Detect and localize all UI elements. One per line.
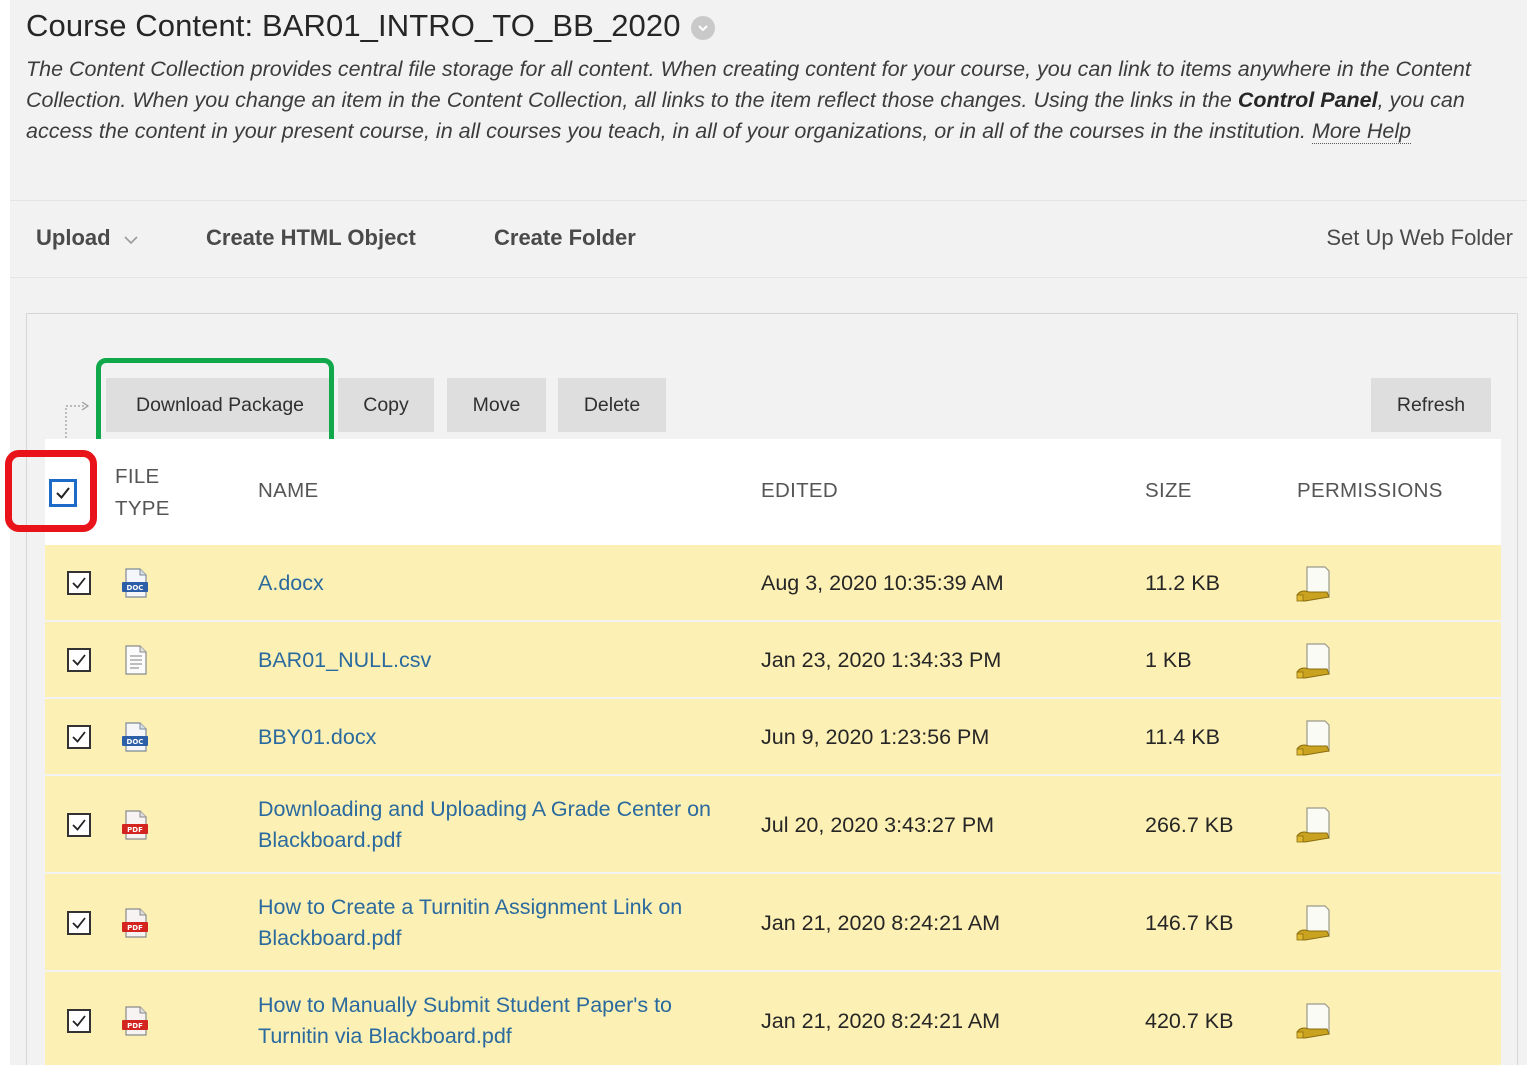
content-collection-panel: Download Package Copy Move Delete Refres… — [26, 313, 1518, 1065]
table-row: PDF Downloading and Uploading A Grade Cen… — [45, 776, 1501, 874]
file-name-link[interactable]: Downloading and Uploading A Grade Center… — [258, 794, 738, 856]
checkmark-icon — [72, 819, 86, 831]
delete-button[interactable]: Delete — [558, 378, 666, 432]
row-checkbox[interactable] — [67, 571, 91, 595]
edited-date: Jan 21, 2020 8:24:21 AM — [761, 1009, 1001, 1033]
pdf-file-icon: PDF — [119, 907, 151, 939]
row-checkbox[interactable] — [67, 1009, 91, 1033]
row-checkbox[interactable] — [67, 725, 91, 749]
chevron-down-icon — [123, 235, 138, 244]
course-content-page: Course Content: BAR01_INTRO_TO_BB_2020 T… — [10, 0, 1527, 1065]
page-description: The Content Collection provides central … — [26, 54, 1521, 147]
checkmark-icon — [72, 1015, 86, 1027]
row-checkbox[interactable] — [67, 911, 91, 935]
file-name-link[interactable]: A.docx — [258, 568, 738, 599]
column-header-permissions: PERMISSIONS — [1297, 479, 1443, 502]
word-document-icon: DOC — [119, 567, 151, 599]
checkmark-icon — [72, 731, 86, 743]
edited-date: Jan 23, 2020 1:34:33 PM — [761, 648, 1002, 672]
permissions-icon[interactable] — [1295, 719, 1335, 759]
svg-text:PDF: PDF — [127, 1022, 143, 1030]
checkmark-icon — [72, 917, 86, 929]
create-folder-button[interactable]: Create Folder — [494, 225, 636, 251]
column-header-file-type-line1: FILE — [115, 465, 160, 488]
copy-button[interactable]: Copy — [338, 378, 434, 432]
table-row: PDF How to Create a Turnitin Assignment L… — [45, 874, 1501, 972]
column-header-file-type[interactable]: FILE TYPE — [115, 461, 195, 525]
column-header-edited[interactable]: EDITED — [761, 479, 838, 503]
file-size: 11.2 KB — [1145, 571, 1220, 595]
table-header: FILE TYPE NAME EDITED SIZE PERMISSIONS — [45, 439, 1501, 545]
upload-label: Upload — [36, 225, 111, 250]
column-header-file-type-line2: TYPE — [115, 497, 170, 520]
checkmark-icon — [72, 654, 86, 666]
edited-date: Aug 3, 2020 10:35:39 AM — [761, 571, 1004, 595]
file-size: 146.7 KB — [1145, 911, 1234, 935]
checkmark-icon — [56, 487, 70, 500]
edited-date: Jan 21, 2020 8:24:21 AM — [761, 911, 1001, 935]
edited-date: Jun 9, 2020 1:23:56 PM — [761, 725, 990, 749]
table-row: PDF How to Manually Submit Student Paper'… — [45, 972, 1501, 1065]
table-row: BAR01_NULL.csv Jan 23, 2020 1:34:33 PM 1 K… — [45, 622, 1501, 699]
svg-text:PDF: PDF — [127, 826, 143, 834]
file-name-link[interactable]: BAR01_NULL.csv — [258, 645, 738, 676]
word-document-icon: DOC — [119, 721, 151, 753]
permissions-icon[interactable] — [1295, 565, 1335, 605]
row-checkbox[interactable] — [67, 648, 91, 672]
permissions-icon[interactable] — [1295, 806, 1335, 846]
file-size: 420.7 KB — [1145, 1009, 1234, 1033]
download-package-button[interactable]: Download Package — [106, 378, 334, 432]
select-all-checkbox[interactable] — [49, 479, 77, 507]
checkmark-icon — [72, 577, 86, 589]
text-file-icon — [119, 644, 151, 676]
table-row: DOC A.docx Aug 3, 2020 10:35:39 AM 11.2 KB — [45, 545, 1501, 622]
permissions-icon[interactable] — [1295, 642, 1335, 682]
file-size: 11.4 KB — [1145, 725, 1220, 749]
svg-text:PDF: PDF — [127, 924, 143, 932]
upload-menu[interactable]: Upload — [36, 225, 139, 251]
move-button[interactable]: Move — [447, 378, 546, 432]
edited-date: Jul 20, 2020 3:43:27 PM — [761, 813, 995, 837]
create-html-object-button[interactable]: Create HTML Object — [206, 225, 416, 251]
file-name-link[interactable]: How to Manually Submit Student Paper's t… — [258, 990, 738, 1052]
action-bar: Upload Create HTML Object Create Folder … — [10, 200, 1527, 278]
file-size: 266.7 KB — [1145, 813, 1234, 837]
file-size: 1 KB — [1145, 648, 1192, 672]
title-row: Course Content: BAR01_INTRO_TO_BB_2020 — [26, 8, 715, 44]
column-header-size[interactable]: SIZE — [1145, 479, 1192, 503]
chevron-down-icon[interactable] — [690, 16, 715, 40]
file-name-link[interactable]: How to Create a Turnitin Assignment Link… — [258, 892, 738, 954]
permissions-icon[interactable] — [1295, 1002, 1335, 1042]
table-body: DOC A.docx Aug 3, 2020 10:35:39 AM 11.2 KB B… — [45, 545, 1501, 1065]
file-name-link[interactable]: BBY01.docx — [258, 722, 738, 753]
refresh-button[interactable]: Refresh — [1371, 378, 1491, 432]
pdf-file-icon: PDF — [119, 1005, 151, 1037]
svg-text:DOC: DOC — [127, 738, 144, 746]
table-row: DOC BBY01.docx Jun 9, 2020 1:23:56 PM 11.4 … — [45, 699, 1501, 776]
svg-text:DOC: DOC — [127, 584, 144, 592]
page-title: Course Content: BAR01_INTRO_TO_BB_2020 — [26, 8, 681, 43]
content-table: FILE TYPE NAME EDITED SIZE PERMISSIONS D… — [45, 439, 1501, 1065]
pdf-file-icon: PDF — [119, 809, 151, 841]
column-header-name[interactable]: NAME — [258, 479, 318, 503]
more-help-link[interactable]: More Help — [1311, 119, 1412, 144]
selection-bracket-icon — [65, 402, 90, 442]
row-checkbox[interactable] — [67, 813, 91, 837]
set-up-web-folder-link[interactable]: Set Up Web Folder — [1326, 225, 1513, 251]
control-panel-label: Control Panel — [1237, 88, 1378, 112]
permissions-icon[interactable] — [1295, 904, 1335, 944]
